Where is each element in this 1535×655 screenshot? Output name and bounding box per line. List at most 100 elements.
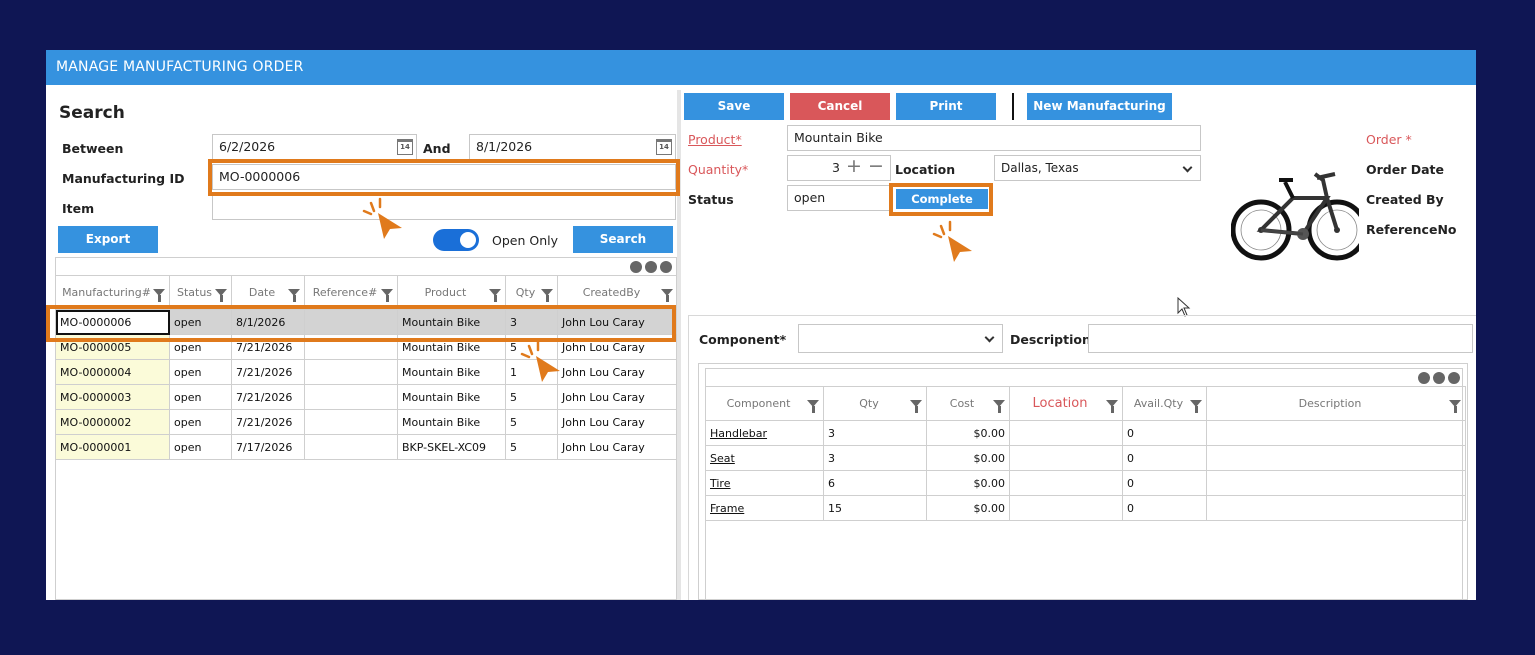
status-cell[interactable]: open	[169, 409, 232, 435]
print-button[interactable]: Print	[896, 93, 996, 120]
col-header-product[interactable]: Product	[397, 275, 506, 310]
qty-cell[interactable]: 5	[505, 384, 558, 410]
col-header-location[interactable]: Location	[1009, 386, 1123, 421]
col-header-avail-qty[interactable]: Avail.Qty	[1122, 386, 1207, 421]
product-label[interactable]: Product*	[688, 132, 742, 147]
filter-icon[interactable]	[153, 289, 165, 302]
reference-cell[interactable]	[304, 384, 398, 410]
start-date-field[interactable]: 6/2/2026 14	[212, 134, 417, 160]
table-row[interactable]: MO-0000006 open 8/1/2026 Mountain Bike 3 John…	[55, 309, 678, 335]
grid-menu-icon[interactable]	[1418, 372, 1460, 384]
col-header-description[interactable]: Description	[1206, 386, 1466, 421]
reference-cell[interactable]	[304, 359, 398, 385]
calendar-icon[interactable]: 14	[656, 139, 672, 155]
col-header-cost[interactable]: Cost	[926, 386, 1010, 421]
new-manufacturing-button[interactable]: New Manufacturing	[1027, 93, 1172, 120]
component-cell[interactable]: Tire	[705, 470, 824, 496]
filter-icon[interactable]	[1190, 400, 1202, 413]
cancel-button[interactable]: Cancel	[790, 93, 890, 120]
mfg-cell[interactable]: MO-0000002	[55, 409, 170, 435]
plus-icon[interactable]: +	[846, 154, 862, 178]
reference-cell[interactable]	[304, 309, 398, 335]
mfg-cell[interactable]: MO-0000004	[55, 359, 170, 385]
status-cell[interactable]: open	[169, 359, 232, 385]
col-header-mfg[interactable]: Manufacturing#	[55, 275, 170, 310]
filter-icon[interactable]	[661, 289, 673, 302]
search-button[interactable]: Search	[573, 226, 673, 253]
product-cell[interactable]: Mountain Bike	[397, 359, 506, 385]
component-cell[interactable]: Seat	[705, 445, 824, 471]
grid-menu-icon[interactable]	[630, 261, 672, 273]
item-input[interactable]	[212, 194, 676, 220]
date-cell[interactable]: 7/17/2026	[231, 434, 305, 460]
product-input[interactable]: Mountain Bike	[787, 125, 1201, 151]
filter-icon[interactable]	[541, 289, 553, 302]
open-only-toggle[interactable]	[433, 229, 479, 251]
filter-icon[interactable]	[1449, 400, 1461, 413]
description-input[interactable]	[1088, 324, 1473, 353]
table-row[interactable]: MO-0000005 open 7/21/2026 Mountain Bike 5 Joh…	[55, 334, 678, 360]
mfg-cell[interactable]: MO-0000005	[55, 334, 170, 360]
product-cell[interactable]: Mountain Bike	[397, 409, 506, 435]
date-cell[interactable]: 7/21/2026	[231, 359, 305, 385]
createdby-cell[interactable]: John Lou Caray	[557, 409, 678, 435]
mfg-id-input[interactable]: MO-0000006	[212, 164, 676, 190]
status-cell[interactable]: open	[169, 309, 232, 335]
table-row[interactable]: MO-0000001 open 7/17/2026 BKP-SKEL-XC09 5 Joh…	[55, 434, 678, 460]
table-row[interactable]: Tire 6 $0.00 0	[705, 470, 1466, 496]
filter-icon[interactable]	[489, 289, 501, 302]
location-select[interactable]: Dallas, Texas	[994, 155, 1201, 181]
filter-icon[interactable]	[288, 289, 300, 302]
filter-icon[interactable]	[910, 400, 922, 413]
qty-cell[interactable]: 5	[505, 409, 558, 435]
col-header-component[interactable]: Component	[705, 386, 824, 421]
reference-cell[interactable]	[304, 334, 398, 360]
createdby-cell[interactable]: John Lou Caray	[557, 309, 678, 335]
col-header-comp-qty[interactable]: Qty	[823, 386, 927, 421]
filter-icon[interactable]	[381, 289, 393, 302]
filter-icon[interactable]	[807, 400, 819, 413]
panel-splitter[interactable]	[677, 90, 681, 600]
end-date-field[interactable]: 8/1/2026 14	[469, 134, 676, 160]
table-row[interactable]: Seat 3 $0.00 0	[705, 445, 1466, 471]
createdby-cell[interactable]: John Lou Caray	[557, 334, 678, 360]
quantity-stepper[interactable]: 3 + −	[787, 155, 891, 181]
status-cell[interactable]: open	[169, 334, 232, 360]
table-row[interactable]: MO-0000003 open 7/21/2026 Mountain Bike 5 Joh…	[55, 384, 678, 410]
mfg-cell[interactable]: MO-0000001	[55, 434, 170, 460]
save-button[interactable]: Save	[684, 93, 784, 120]
date-cell[interactable]: 7/21/2026	[231, 334, 305, 360]
product-cell[interactable]: Mountain Bike	[397, 384, 506, 410]
createdby-cell[interactable]: John Lou Caray	[557, 359, 678, 385]
product-cell[interactable]: Mountain Bike	[397, 334, 506, 360]
col-header-qty[interactable]: Qty	[505, 275, 558, 310]
filter-icon[interactable]	[215, 289, 227, 302]
date-cell[interactable]: 7/21/2026	[231, 384, 305, 410]
minus-icon[interactable]: −	[868, 154, 884, 178]
qty-cell[interactable]: 3	[505, 309, 558, 335]
status-cell[interactable]: open	[169, 384, 232, 410]
mfg-cell[interactable]: MO-0000003	[55, 384, 170, 410]
component-select[interactable]	[798, 324, 1003, 353]
col-header-date[interactable]: Date	[231, 275, 305, 310]
filter-icon[interactable]	[993, 400, 1005, 413]
table-row[interactable]: MO-0000002 open 7/21/2026 Mountain Bike 5 Joh…	[55, 409, 678, 435]
mfg-cell[interactable]: MO-0000006	[55, 309, 170, 335]
table-row[interactable]: MO-0000004 open 7/21/2026 Mountain Bike 1 Joh…	[55, 359, 678, 385]
reference-cell[interactable]	[304, 434, 398, 460]
createdby-cell[interactable]: John Lou Caray	[557, 434, 678, 460]
col-header-createdby[interactable]: CreatedBy	[557, 275, 678, 310]
calendar-icon[interactable]: 14	[397, 139, 413, 155]
status-cell[interactable]: open	[169, 434, 232, 460]
col-header-reference[interactable]: Reference#	[304, 275, 398, 310]
date-cell[interactable]: 7/21/2026	[231, 409, 305, 435]
component-cell[interactable]: Handlebar	[705, 420, 824, 446]
createdby-cell[interactable]: John Lou Caray	[557, 384, 678, 410]
table-row[interactable]: Frame 15 $0.00 0	[705, 495, 1466, 521]
complete-button[interactable]: Complete	[896, 189, 988, 209]
product-cell[interactable]: Mountain Bike	[397, 309, 506, 335]
product-cell[interactable]: BKP-SKEL-XC09	[397, 434, 506, 460]
table-row[interactable]: Handlebar 3 $0.00 0	[705, 420, 1466, 446]
filter-icon[interactable]	[1106, 400, 1118, 413]
date-cell[interactable]: 8/1/2026	[231, 309, 305, 335]
